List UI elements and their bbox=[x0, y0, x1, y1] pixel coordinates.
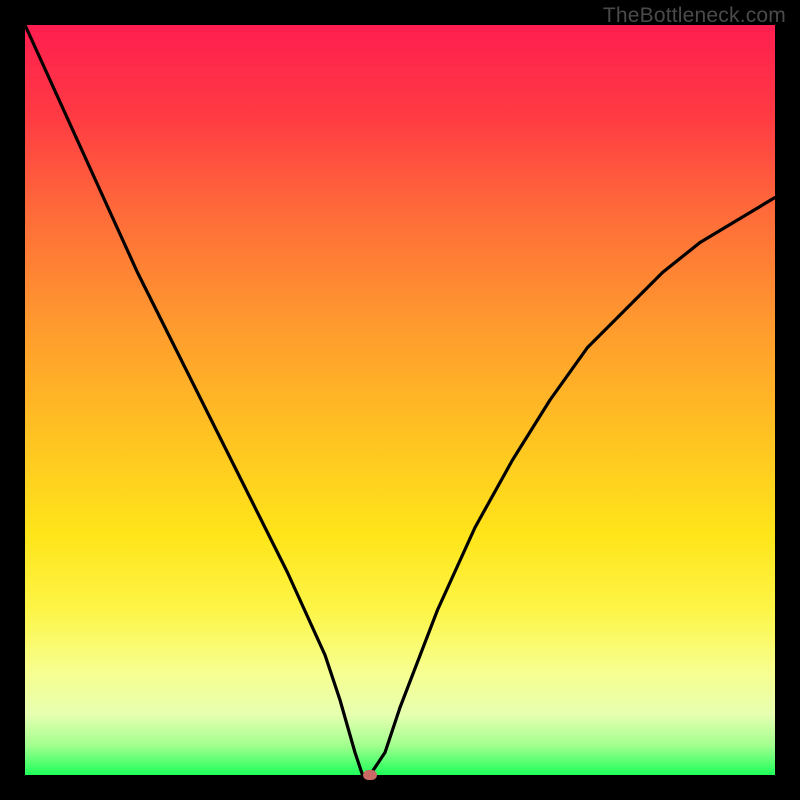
bottleneck-curve bbox=[25, 25, 775, 775]
optimal-point-marker bbox=[363, 770, 377, 780]
watermark-text: TheBottleneck.com bbox=[603, 4, 786, 28]
plot-area bbox=[25, 25, 775, 775]
